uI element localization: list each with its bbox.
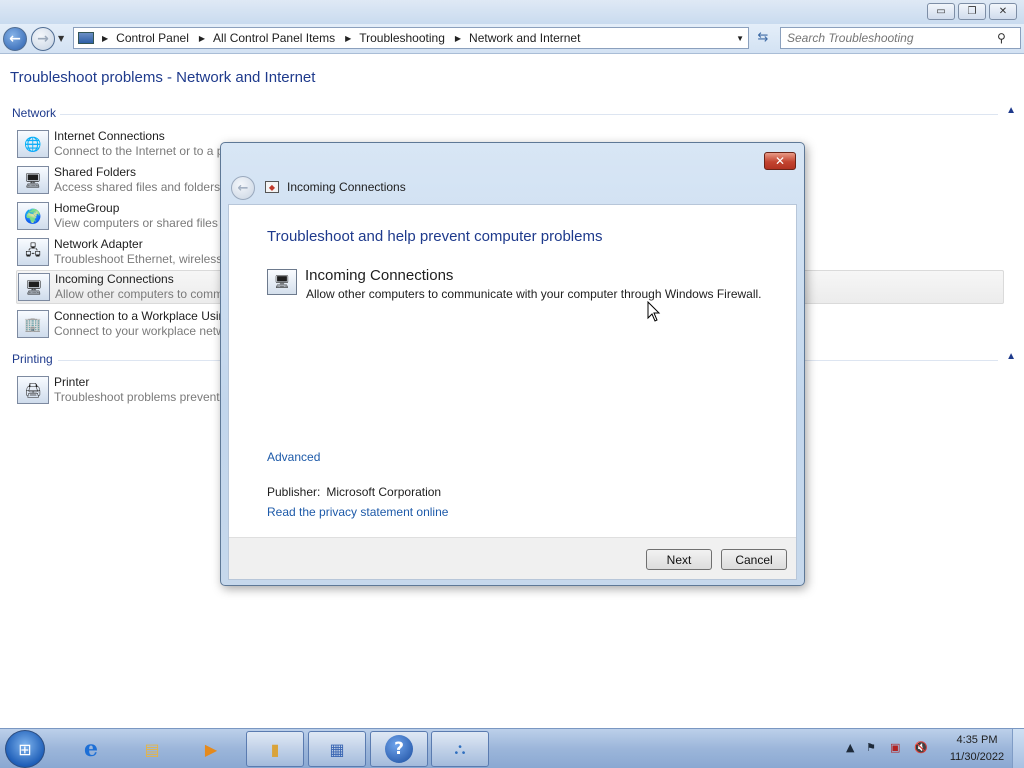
chevron-right-icon[interactable]: ▶ — [455, 34, 461, 43]
clock-time[interactable]: 4:35 PM — [947, 734, 1007, 746]
dialog-back-button[interactable]: ← — [231, 176, 255, 200]
troubleshooter-dialog: ✕ ← ◆ Incoming Connections Troubleshoot … — [220, 142, 805, 586]
start-button[interactable]: ⊞ — [5, 730, 45, 768]
search-box[interactable]: ⚲ — [780, 27, 1021, 49]
breadcrumb-control-panel[interactable]: Control Panel — [116, 31, 189, 45]
taskbar-help[interactable]: ? — [370, 731, 428, 767]
section-label: Printing — [12, 352, 53, 366]
item-description: View computers or shared files i — [54, 216, 224, 230]
publisher-line: Publisher: Microsoft Corporation — [267, 485, 441, 499]
address-dropdown-icon[interactable]: ▼ — [736, 34, 744, 43]
item-title: Connection to a Workplace Usin — [54, 309, 226, 323]
privacy-statement-link[interactable]: Read the privacy statement online — [267, 505, 448, 519]
navigation-bar: ← → ▼ ▶ Control Panel ▶ All Control Pane… — [0, 24, 1024, 54]
page-title: Troubleshoot problems - Network and Inte… — [10, 69, 316, 86]
refresh-icon: ⇆ — [757, 30, 769, 45]
breadcrumb-network-internet[interactable]: Network and Internet — [469, 31, 580, 45]
incoming-connections-icon: ◆ — [265, 181, 279, 193]
action-center-flag-icon[interactable]: ⚑ — [866, 741, 876, 754]
back-button[interactable]: ← — [3, 27, 27, 51]
option-title: Incoming Connections — [305, 267, 454, 284]
taskbar-windows-explorer[interactable]: ▤ — [127, 731, 177, 767]
taskbar-internet-explorer[interactable]: e — [66, 731, 116, 767]
control-panel-icon: ▦ — [329, 739, 345, 759]
taskbar-open-folder[interactable]: ▮ — [246, 731, 304, 767]
collapse-chevron-icon[interactable]: ▲ — [1006, 351, 1016, 362]
taskbar-media-player[interactable]: ▶ — [186, 731, 236, 767]
item-description: Connect to your workplace netw — [54, 324, 225, 338]
breadcrumb-troubleshooting[interactable]: Troubleshooting — [359, 31, 445, 45]
dialog-body: Troubleshoot and help prevent computer p… — [228, 204, 797, 580]
chevron-right-icon[interactable]: ▶ — [102, 34, 108, 43]
control-panel-icon — [78, 32, 94, 44]
network-status-icon[interactable]: ▣ — [890, 741, 900, 754]
item-title: Internet Connections — [54, 129, 165, 143]
folder-icon: ▮ — [270, 739, 280, 759]
next-button[interactable]: Next — [646, 549, 712, 570]
item-description: Connect to the Internet or to a p — [54, 144, 224, 158]
option-description: Allow other computers to communicate wit… — [306, 287, 762, 301]
forward-button[interactable]: → — [31, 27, 55, 51]
dialog-footer: Next Cancel — [229, 537, 796, 579]
maximize-button[interactable]: ❐ — [958, 3, 986, 20]
workplace-icon: 🏢 — [17, 310, 49, 338]
volume-muted-icon[interactable]: 🔇 — [914, 741, 928, 754]
taskbar: ⊞ e ▤ ▶ ▮ ▦ ? ⛬ ▲ ⚑ ▣ 🔇 4:35 PM 11/30/20… — [0, 728, 1024, 768]
section-divider — [60, 114, 998, 115]
network-adapter-icon: 🖧 — [17, 238, 49, 266]
publisher-label: Publisher: — [267, 485, 321, 499]
search-input[interactable] — [787, 31, 997, 45]
item-description: Allow other computers to comm — [55, 287, 224, 301]
back-arrow-icon: ← — [237, 180, 249, 196]
dialog-title: Incoming Connections — [287, 180, 406, 194]
section-header-network: Network ▲ — [12, 105, 1016, 122]
incoming-connections-icon: 🖥 — [18, 273, 50, 301]
media-player-icon: ▶ — [204, 739, 218, 759]
back-arrow-icon: ← — [9, 31, 21, 47]
item-title: Incoming Connections — [55, 272, 174, 286]
item-title: Printer — [54, 375, 90, 389]
folder-library-icon: ▤ — [144, 739, 160, 759]
internet-explorer-icon: e — [84, 736, 98, 762]
minimize-button[interactable]: ▭ — [927, 3, 955, 20]
advanced-link[interactable]: Advanced — [267, 450, 320, 464]
item-title: Network Adapter — [54, 237, 143, 251]
item-description: Troubleshoot Ethernet, wireless, — [54, 252, 226, 266]
dialog-close-button[interactable]: ✕ — [764, 152, 796, 170]
system-tray: ▲ ⚑ ▣ 🔇 4:35 PM 11/30/2022 — [842, 729, 1024, 768]
item-description: Troubleshoot problems prevent — [54, 390, 220, 404]
close-button[interactable]: ✕ — [989, 3, 1017, 20]
chevron-right-icon[interactable]: ▶ — [345, 34, 351, 43]
incoming-connections-icon: 🖥 — [267, 269, 297, 295]
window-titlebar: ▭ ❐ ✕ — [0, 0, 1024, 24]
refresh-button[interactable]: ⇆ — [752, 30, 774, 48]
cancel-button[interactable]: Cancel — [721, 549, 787, 570]
dialog-heading: Troubleshoot and help prevent computer p… — [267, 228, 603, 245]
item-title: Shared Folders — [54, 165, 137, 179]
network-icon: ⛬ — [454, 739, 466, 758]
globe-icon: 🌐 — [17, 130, 49, 158]
section-label: Network — [12, 106, 57, 120]
homegroup-icon: 🌍 — [17, 202, 49, 230]
taskbar-troubleshooter[interactable]: ⛬ — [431, 731, 489, 767]
chevron-right-icon[interactable]: ▶ — [199, 34, 205, 43]
search-icon[interactable]: ⚲ — [997, 31, 1006, 45]
help-icon: ? — [385, 735, 413, 763]
address-bar[interactable]: ▶ Control Panel ▶ All Control Panel Item… — [73, 27, 749, 49]
recent-pages-dropdown[interactable]: ▼ — [58, 34, 64, 43]
item-description: Access shared files and folders o — [54, 180, 231, 194]
breadcrumb-all-items[interactable]: All Control Panel Items — [213, 31, 335, 45]
item-title: HomeGroup — [54, 201, 120, 215]
clock-date[interactable]: 11/30/2022 — [942, 751, 1012, 763]
forward-arrow-icon: → — [37, 31, 49, 47]
show-hidden-icons-icon[interactable]: ▲ — [846, 741, 854, 754]
shared-folder-icon: 🖥 — [17, 166, 49, 194]
show-desktop-button[interactable] — [1012, 729, 1024, 768]
taskbar-control-panel[interactable]: ▦ — [308, 731, 366, 767]
publisher-value: Microsoft Corporation — [326, 485, 442, 499]
collapse-chevron-icon[interactable]: ▲ — [1006, 105, 1016, 116]
printer-icon: 🖨 — [17, 376, 49, 404]
windows-logo-icon: ⊞ — [18, 739, 32, 759]
